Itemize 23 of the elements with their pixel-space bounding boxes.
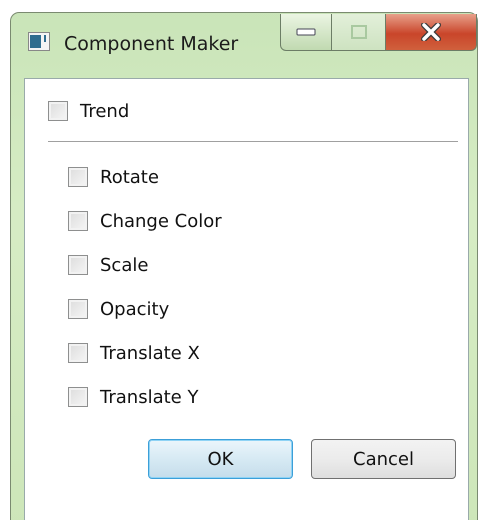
checkbox-label: Rotate	[100, 166, 159, 188]
minimize-icon	[296, 28, 316, 36]
checkbox[interactable]	[68, 255, 88, 275]
checkbox-label: Opacity	[100, 298, 170, 320]
checkbox[interactable]	[68, 167, 88, 187]
checkbox-label: Translate Y	[100, 386, 198, 408]
checkbox[interactable]	[68, 299, 88, 319]
window-icon	[28, 32, 50, 51]
checkbox-label: Scale	[100, 254, 148, 276]
checkbox[interactable]	[68, 211, 88, 231]
checkbox[interactable]	[68, 387, 88, 407]
checkbox-label: Translate X	[100, 342, 200, 364]
window-title: Component Maker	[64, 32, 238, 57]
ok-button[interactable]: OK	[148, 439, 293, 479]
cancel-button[interactable]: Cancel	[311, 439, 456, 479]
checkbox[interactable]	[48, 101, 68, 121]
checkbox-label: Change Color	[100, 210, 222, 232]
checkbox-label: Trend	[80, 100, 130, 122]
checkbox[interactable]	[68, 343, 88, 363]
minimize-button[interactable]	[280, 14, 332, 51]
close-button[interactable]	[386, 14, 477, 51]
close-icon	[420, 23, 442, 41]
maximize-icon	[350, 25, 366, 39]
